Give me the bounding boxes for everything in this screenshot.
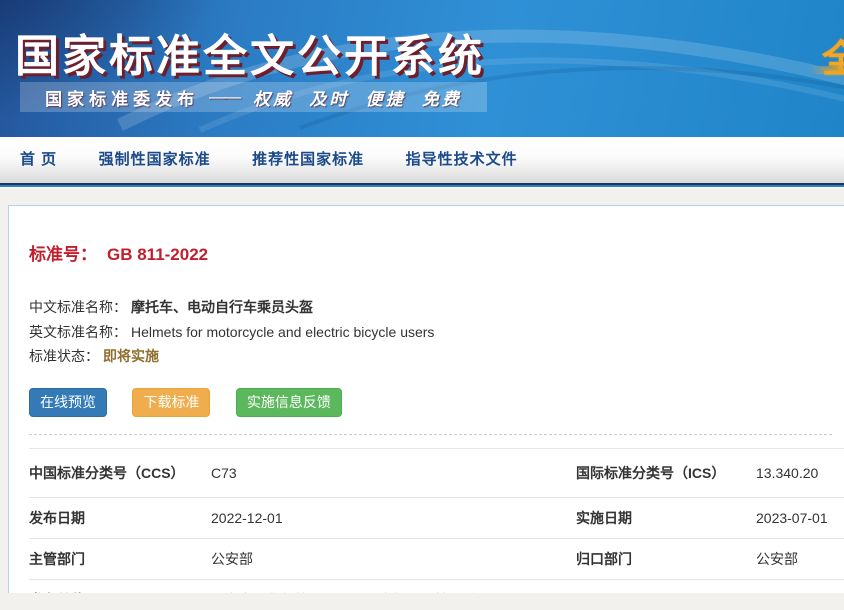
authority-label: 主管部门 [29,549,211,569]
standard-number-label: 标准号： [29,245,97,264]
banner-slogan: 权威 及时 便捷 免费 [253,85,462,110]
table-row: 中国标准分类号（CCS） C73 国际标准分类号（ICS） 13.340.20 [29,448,844,497]
nav-item-home[interactable]: 首 页 [20,137,57,183]
implementation-feedback-button[interactable]: 实施信息反馈 [236,388,342,417]
implement-date-label: 实施日期 [576,508,756,528]
ics-value: 13.340.20 [756,465,844,481]
centralized-dept-value: 公安部 [756,549,844,569]
en-name-value: Helmets for motorcycle and electric bicy… [131,324,434,340]
status-label: 标准状态： [29,348,99,364]
nav-item-recommended-standards[interactable]: 推荐性国家标准 [252,137,364,183]
implement-date-value: 2023-07-01 [756,510,844,526]
field-cn-name: 中文标准名称：摩托车、电动自行车乘员头盔 [29,295,844,320]
main-nav: 首 页 强制性国家标准 推荐性国家标准 指导性技术文件 [0,137,844,183]
partial-logo-glyph: 全 [822,28,844,83]
field-status: 标准状态：即将实施 [29,344,844,369]
standard-info-table: 中国标准分类号（CCS） C73 国际标准分类号（ICS） 13.340.20 … [29,448,844,594]
field-en-name: 英文标准名称：Helmets for motorcycle and electr… [29,320,844,345]
publisher-banner: 国家标准委发布 —— 权威 及时 便捷 免费 [20,82,487,112]
download-standard-button[interactable]: 下载标准 [132,388,210,417]
table-row: 主管部门 公安部 归口部门 公安部 [29,538,844,579]
publisher-value: 国家市场监督管理总局、国家标准化管理委员会 [211,590,576,594]
cn-name-value: 摩托车、电动自行车乘员头盔 [131,299,313,315]
standard-fields: 中文标准名称：摩托车、电动自行车乘员头盔 英文标准名称：Helmets for … [29,295,844,369]
nav-item-guiding-documents[interactable]: 指导性技术文件 [406,137,518,183]
publisher-label: 发布单位 [29,590,211,594]
ccs-label: 中国标准分类号（CCS） [29,463,211,483]
logo-gold-swoosh [810,66,844,74]
dashed-separator [29,434,832,435]
table-row: 发布单位 国家市场监督管理总局、国家标准化管理委员会 [29,579,844,594]
standard-number: 标准号： GB 811-2022 [29,240,844,265]
ccs-value: C73 [211,465,576,481]
authority-value: 公安部 [211,549,576,569]
banner-dash: —— [209,87,239,107]
publish-date-label: 发布日期 [29,508,211,528]
standard-number-value: GB 811-2022 [107,245,208,264]
ics-label: 国际标准分类号（ICS） [576,463,756,483]
centralized-dept-label: 归口部门 [576,549,756,569]
nav-item-mandatory-standards[interactable]: 强制性国家标准 [99,137,211,183]
online-preview-button[interactable]: 在线预览 [29,388,107,417]
publish-date-value: 2022-12-01 [211,510,576,526]
standard-detail-panel: 标准号： GB 811-2022 中文标准名称：摩托车、电动自行车乘员头盔 英文标… [8,205,844,593]
nav-border-blue [0,185,844,188]
en-name-label: 英文标准名称： [29,324,127,340]
banner-publisher: 国家标准委发布 [45,85,199,110]
table-row: 发布日期 2022-12-01 实施日期 2023-07-01 [29,497,844,538]
site-header: 国家标准全文公开系统 国家标准委发布 —— 权威 及时 便捷 免费 全 [0,0,844,137]
action-buttons: 在线预览 下载标准 实施信息反馈 [29,388,844,417]
status-badge: 即将实施 [103,348,159,364]
site-title: 国家标准全文公开系统 [15,20,485,84]
cn-name-label: 中文标准名称： [29,299,127,315]
